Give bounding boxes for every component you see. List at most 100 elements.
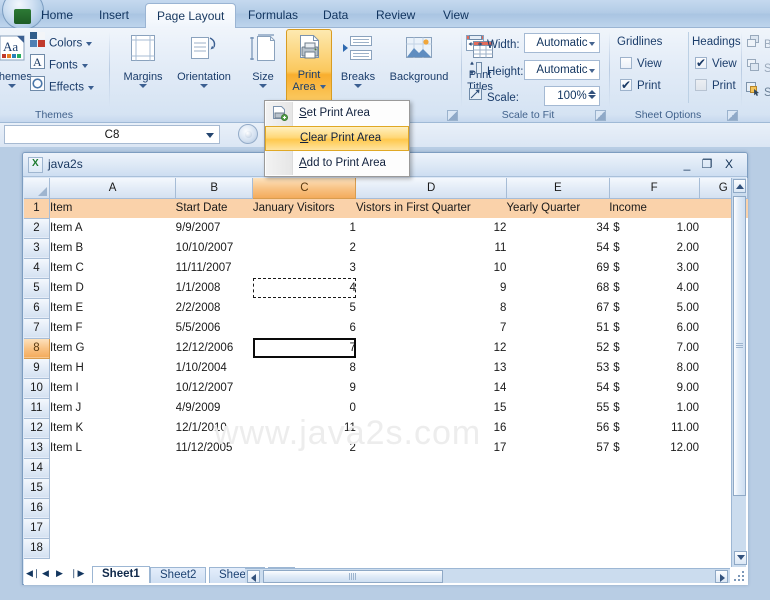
cell-C13[interactable]: 2 (253, 438, 356, 458)
tab-insert[interactable]: Insert (88, 4, 140, 28)
cell-C4[interactable]: 3 (253, 258, 356, 278)
bring-to-front-button[interactable]: B (746, 34, 770, 55)
cell-C9[interactable]: 8 (253, 358, 356, 378)
cell-B13[interactable]: 11/12/2005 (176, 438, 253, 458)
cell-C12[interactable]: 11 (253, 418, 356, 438)
cell-D10[interactable]: 14 (356, 378, 507, 398)
cell-B4[interactable]: 11/11/2007 (176, 258, 253, 278)
cell-E1[interactable]: Yearly Quarter (506, 198, 610, 218)
cell-A4[interactable]: Item C (49, 258, 175, 278)
breaks-button[interactable]: Breaks (334, 30, 382, 88)
cell-C2[interactable]: 1 (253, 218, 356, 238)
horizontal-scrollbar[interactable] (245, 568, 730, 583)
cell-E8[interactable]: 52 (506, 338, 609, 358)
cell-C17[interactable] (253, 518, 356, 538)
cell-D6[interactable]: 8 (356, 298, 506, 318)
cell-E7[interactable]: 51 (506, 318, 609, 338)
cell-D17[interactable] (356, 518, 507, 538)
cell-F2[interactable]: $1.00 (609, 218, 699, 238)
cell-A16[interactable] (49, 498, 175, 518)
row-header-7[interactable]: 7 (24, 318, 50, 339)
cell-A2[interactable]: Item A (49, 218, 175, 238)
scale-to-fit-dialog-launcher[interactable] (595, 110, 606, 121)
column-header-e[interactable]: E (506, 178, 610, 199)
row-header-10[interactable]: 10 (24, 378, 50, 399)
tab-page-layout[interactable]: Page Layout (145, 3, 237, 29)
row-header-16[interactable]: 16 (24, 498, 50, 519)
cell-F1[interactable]: Income (609, 198, 700, 218)
cell-F15[interactable] (609, 478, 699, 498)
cell-F13[interactable]: $12.00 (609, 438, 699, 458)
insert-function-button[interactable] (238, 124, 258, 144)
last-sheet-button[interactable]: ❘▶ (70, 568, 84, 579)
cell-D4[interactable]: 10 (356, 258, 507, 278)
tab-view[interactable]: View (432, 4, 480, 28)
cell-D11[interactable]: 15 (356, 398, 507, 418)
cell-A15[interactable] (49, 478, 175, 498)
cell-A13[interactable]: Item L (49, 438, 175, 458)
cell-F9[interactable]: $8.00 (609, 358, 699, 378)
cell-B3[interactable]: 10/10/2007 (176, 238, 253, 258)
workbook-close-button[interactable]: X (721, 157, 737, 172)
cell-F10[interactable]: $9.00 (609, 378, 699, 398)
cell-B7[interactable]: 5/5/2006 (176, 318, 253, 338)
cell-E3[interactable]: 54 (506, 238, 609, 258)
tab-formulas[interactable]: Formulas (237, 4, 309, 28)
sheet-nav-buttons[interactable]: ◀❘ ◀ ▶ ❘▶ (26, 567, 88, 582)
workbook-restore-button[interactable]: ❐ (699, 157, 715, 172)
cell-F8[interactable]: $7.00 (609, 338, 699, 358)
cell-C5[interactable]: 4 (252, 278, 356, 298)
cell-B12[interactable]: 12/1/2010 (176, 418, 253, 438)
cell-A10[interactable]: Item I (49, 378, 175, 398)
scale-percent-input[interactable]: 100% (544, 86, 600, 106)
cell-B11[interactable]: 4/9/2009 (176, 398, 253, 418)
prev-sheet-button[interactable]: ◀ (42, 568, 49, 579)
cell-A14[interactable] (49, 458, 175, 478)
cell-F5[interactable]: $4.00 (609, 278, 699, 298)
scale-spinner[interactable] (587, 89, 596, 104)
cell-F3[interactable]: $2.00 (609, 238, 699, 258)
cell-C11[interactable]: 0 (253, 398, 356, 418)
cell-E6[interactable]: 67 (506, 298, 609, 318)
scroll-left-button[interactable] (247, 570, 260, 583)
page-setup-dialog-launcher[interactable] (447, 110, 458, 121)
row-header-15[interactable]: 15 (24, 478, 50, 499)
cell-C8[interactable]: 7 (252, 338, 356, 358)
cell-F4[interactable]: $3.00 (609, 258, 699, 278)
row-header-1[interactable]: 1 (24, 198, 50, 219)
horizontal-scroll-thumb[interactable] (263, 570, 443, 583)
cell-C15[interactable] (253, 478, 356, 498)
cell-C3[interactable]: 2 (253, 238, 356, 258)
name-box[interactable]: C8 (4, 125, 220, 144)
cell-D7[interactable]: 7 (356, 318, 506, 338)
cell-F6[interactable]: $5.00 (609, 298, 699, 318)
theme-fonts-button[interactable]: A Fonts (30, 54, 88, 75)
cell-B10[interactable]: 10/12/2007 (176, 378, 253, 398)
cell-C7[interactable]: 6 (253, 318, 356, 338)
row-header-6[interactable]: 6 (24, 298, 50, 319)
cell-A11[interactable]: Item J (49, 398, 175, 418)
cell-A6[interactable]: Item E (49, 298, 175, 318)
cell-F11[interactable]: $1.00 (609, 398, 699, 418)
row-header-9[interactable]: 9 (24, 358, 50, 379)
cell-D15[interactable] (356, 478, 507, 498)
vertical-scrollbar[interactable] (731, 178, 747, 567)
cell-E4[interactable]: 69 (506, 258, 609, 278)
cell-E12[interactable]: 56 (506, 418, 609, 438)
sheet-tab-sheet2[interactable]: Sheet2 (150, 567, 207, 583)
cell-A7[interactable]: Item F (49, 318, 175, 338)
menu-item-add-to-print-area[interactable]: Add to Print Area (265, 151, 409, 176)
cell-F12[interactable]: $11.00 (609, 418, 699, 438)
cell-C18[interactable] (253, 538, 356, 558)
cell-B2[interactable]: 9/9/2007 (176, 218, 253, 238)
row-header-12[interactable]: 12 (24, 418, 50, 439)
cell-E16[interactable] (506, 498, 609, 518)
tab-review[interactable]: Review (365, 4, 426, 28)
margins-button[interactable]: Margins (114, 30, 172, 88)
cell-D18[interactable] (356, 538, 507, 558)
row-header-3[interactable]: 3 (24, 238, 50, 259)
cell-A9[interactable]: Item H (49, 358, 175, 378)
column-header-d[interactable]: D (355, 178, 507, 199)
cell-F18[interactable] (609, 538, 699, 558)
cell-D2[interactable]: 12 (356, 218, 507, 238)
